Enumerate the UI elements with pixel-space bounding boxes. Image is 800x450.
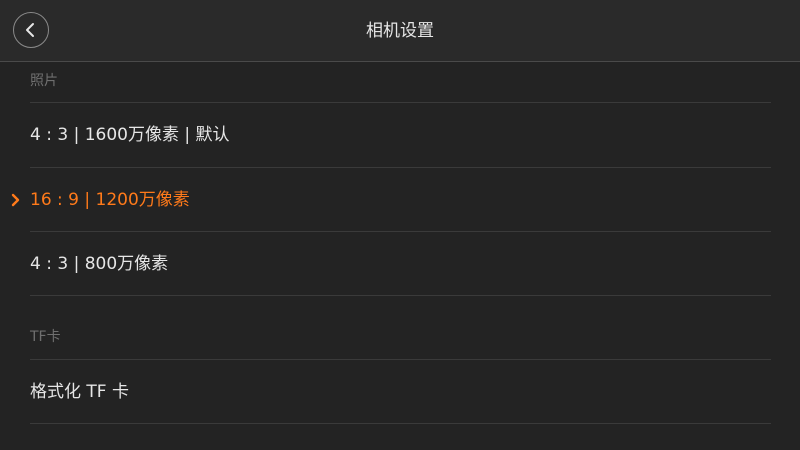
option-16-9-12mp[interactable]: 16 : 9 | 1200万像素 — [0, 168, 800, 232]
option-4-3-8mp[interactable]: 4 : 3 | 800万像素 — [0, 232, 800, 296]
option-label: 4 : 3 | 1600万像素 | 默认 — [30, 125, 230, 145]
page-title: 相机设置 — [366, 21, 434, 41]
camera-settings-screen: 相机设置 照片 4 : 3 | 1600万像素 | 默认 16 : 9 | 12… — [0, 0, 800, 450]
section-label-tf-card: TF卡 — [30, 329, 61, 345]
format-tf-card-button[interactable]: 格式化 TF 卡 — [0, 360, 800, 424]
header-bar: 相机设置 — [0, 0, 800, 62]
option-label: 4 : 3 | 800万像素 — [30, 254, 169, 274]
section-label-photo: 照片 — [30, 73, 58, 89]
option-label: 16 : 9 | 1200万像素 — [30, 190, 190, 210]
divider — [30, 295, 771, 296]
option-4-3-16mp[interactable]: 4 : 3 | 1600万像素 | 默认 — [0, 103, 800, 167]
option-label: 格式化 TF 卡 — [30, 382, 129, 402]
chevron-right-icon — [11, 193, 20, 207]
divider — [30, 423, 771, 424]
chevron-left-icon — [26, 23, 34, 37]
back-button[interactable] — [13, 12, 49, 48]
